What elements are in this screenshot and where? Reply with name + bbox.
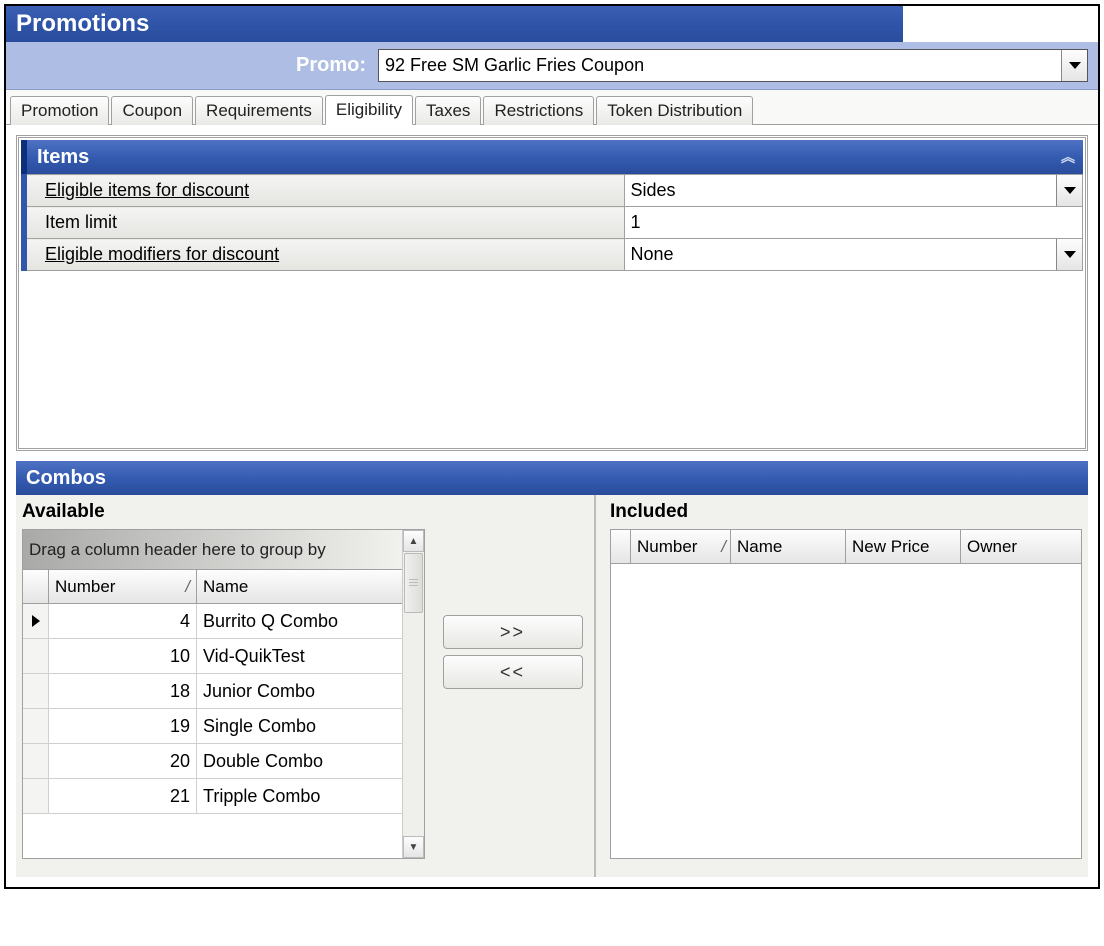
items-panel-title: Items — [37, 146, 89, 169]
item-limit-label: Item limit — [45, 212, 117, 232]
header-number[interactable]: Number / — [631, 530, 731, 563]
chevron-down-icon — [1064, 187, 1076, 194]
sort-indicator-icon: / — [721, 537, 726, 557]
collapse-icon: ︽ — [1061, 147, 1073, 167]
row-eligible-modifiers: Eligible modifiers for discount None — [24, 239, 1083, 271]
group-by-drop-area[interactable]: Drag a column header here to group by — [23, 530, 402, 570]
tab-bar: Promotion Coupon Requirements Eligibilit… — [6, 90, 1098, 125]
available-column-headers: Number / Name — [23, 570, 402, 604]
available-grid: Drag a column header here to group by Nu… — [22, 529, 425, 859]
promo-dropdown-button[interactable] — [1061, 50, 1087, 81]
available-scrollbar[interactable]: ▲ ▼ — [402, 530, 424, 858]
header-new-price[interactable]: New Price — [846, 530, 961, 563]
promotions-window: Promotions Promo: 92 Free SM Garlic Frie… — [4, 4, 1100, 889]
content-area: Items ︽ Eligible items for discount Side… — [6, 125, 1098, 887]
chevron-down-icon — [1069, 62, 1081, 69]
app-title: Promotions — [16, 10, 149, 38]
eligible-modifiers-select[interactable]: None — [624, 239, 1083, 271]
group-placeholder: Drag a column header here to group by — [29, 540, 326, 560]
tab-restrictions[interactable]: Restrictions — [483, 96, 594, 125]
item-limit-input[interactable]: 1 — [624, 207, 1083, 239]
eligible-modifiers-value: None — [631, 244, 674, 264]
eligible-items-dropdown-button[interactable] — [1056, 175, 1082, 206]
item-limit-value: 1 — [631, 212, 641, 232]
items-blank-area — [21, 271, 1083, 446]
tab-eligibility[interactable]: Eligibility — [325, 95, 413, 125]
scroll-down-button[interactable]: ▼ — [403, 836, 424, 858]
items-panel: Items ︽ Eligible items for discount Side… — [16, 135, 1088, 451]
header-selector[interactable] — [23, 570, 49, 603]
move-buttons-column: >> << — [431, 495, 596, 877]
combos-title: Combos — [26, 467, 106, 490]
tab-taxes[interactable]: Taxes — [415, 96, 481, 125]
row-item-limit: Item limit 1 — [24, 207, 1083, 239]
table-row[interactable]: 4 Burrito Q Combo — [23, 604, 402, 639]
sort-indicator-icon: / — [185, 577, 190, 597]
table-row[interactable]: 18 Junior Combo — [23, 674, 402, 709]
scroll-up-button[interactable]: ▲ — [403, 530, 424, 552]
title-bar: Promotions — [6, 6, 1098, 42]
eligible-modifiers-label[interactable]: Eligible modifiers for discount — [45, 244, 279, 264]
promo-label: Promo: — [16, 54, 366, 77]
header-name[interactable]: Name — [731, 530, 846, 563]
table-row[interactable]: 21 Tripple Combo — [23, 779, 402, 814]
row-pointer-icon — [32, 615, 40, 627]
included-title: Included — [610, 501, 1082, 523]
scroll-track[interactable] — [403, 614, 424, 836]
promo-select[interactable]: 92 Free SM Garlic Fries Coupon — [378, 49, 1088, 82]
combos-body: Available Drag a column header here to g… — [16, 495, 1088, 877]
tab-token-distribution[interactable]: Token Distribution — [596, 96, 753, 125]
table-row[interactable]: 10 Vid-QuikTest — [23, 639, 402, 674]
header-name[interactable]: Name — [197, 570, 402, 603]
header-owner[interactable]: Owner — [961, 530, 1081, 563]
title-blank-area — [903, 6, 1098, 42]
items-panel-header[interactable]: Items ︽ — [21, 140, 1083, 174]
eligible-items-label[interactable]: Eligible items for discount — [45, 180, 249, 200]
available-column: Available Drag a column header here to g… — [16, 495, 431, 877]
available-title: Available — [22, 501, 425, 523]
eligible-items-select[interactable]: Sides — [624, 175, 1083, 207]
included-grid: Number / Name New Price Owner — [610, 529, 1082, 859]
chevron-down-icon — [1064, 251, 1076, 258]
tab-requirements[interactable]: Requirements — [195, 96, 323, 125]
eligible-items-value: Sides — [631, 180, 676, 200]
tab-promotion[interactable]: Promotion — [10, 96, 109, 125]
available-rows: 4 Burrito Q Combo 10 Vid-QuikTest 18 — [23, 604, 402, 814]
header-selector[interactable] — [611, 530, 631, 563]
header-number[interactable]: Number / — [49, 570, 197, 603]
row-eligible-items: Eligible items for discount Sides — [24, 175, 1083, 207]
items-table: Eligible items for discount Sides Item l… — [21, 174, 1083, 271]
included-column-headers: Number / Name New Price Owner — [611, 530, 1081, 564]
remove-button[interactable]: << — [443, 655, 583, 689]
included-column: Included Number / Name New Price — [596, 495, 1088, 877]
table-row[interactable]: 20 Double Combo — [23, 744, 402, 779]
combos-header: Combos — [16, 461, 1088, 495]
scroll-thumb[interactable] — [404, 553, 423, 613]
eligible-modifiers-dropdown-button[interactable] — [1056, 239, 1082, 270]
tab-coupon[interactable]: Coupon — [111, 96, 193, 125]
promo-selected-text: 92 Free SM Garlic Fries Coupon — [379, 55, 1061, 76]
table-row[interactable]: 19 Single Combo — [23, 709, 402, 744]
add-button[interactable]: >> — [443, 615, 583, 649]
promo-selector-row: Promo: 92 Free SM Garlic Fries Coupon — [6, 42, 1098, 90]
